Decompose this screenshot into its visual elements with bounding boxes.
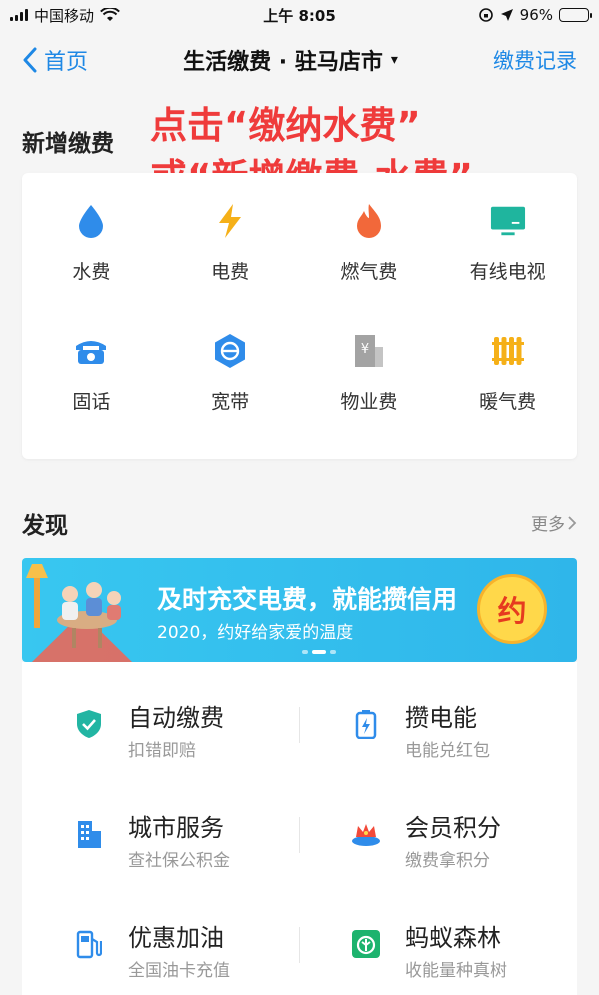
service-desc: 收能量种真树 bbox=[405, 961, 507, 981]
wifi-icon bbox=[100, 8, 120, 21]
radiator-icon bbox=[490, 333, 526, 369]
add-payment-card: 水费 电费 燃气费 有线电视 固话 宽带 ¥ 物业费 暖气费 bbox=[22, 173, 577, 459]
banner-badge: 约 bbox=[477, 574, 547, 644]
lightning-icon bbox=[212, 203, 248, 239]
battery-percent: 96% bbox=[519, 6, 553, 24]
service-fuel[interactable]: 优惠加油 全国油卡充值 bbox=[22, 882, 299, 992]
service-auto-pay[interactable]: 自动缴费 扣错即赔 bbox=[22, 662, 299, 772]
payment-water-label: 水费 bbox=[72, 261, 111, 283]
service-ant-forest[interactable]: 蚂蚁森林 收能量种真树 bbox=[299, 882, 576, 992]
signal-icon bbox=[10, 9, 28, 21]
city-selector[interactable]: 生活缴费 · 驻马店市 ▾ bbox=[183, 44, 398, 76]
carousel-dots bbox=[302, 650, 336, 654]
payment-gas-label: 燃气费 bbox=[340, 261, 398, 283]
caret-down-icon: ▾ bbox=[390, 52, 398, 68]
payment-electricity[interactable]: 电费 bbox=[161, 203, 300, 333]
more-label: 更多 bbox=[531, 515, 565, 535]
carrier-label: 中国移动 bbox=[34, 6, 95, 25]
family-illustration bbox=[26, 564, 132, 662]
service-name: 城市服务 bbox=[128, 814, 224, 842]
back-label: 首页 bbox=[44, 50, 89, 75]
payment-cable-tv-label: 有线电视 bbox=[469, 261, 546, 283]
orientation-lock-icon bbox=[478, 8, 493, 22]
back-button[interactable]: 首页 bbox=[22, 44, 88, 76]
service-member-points[interactable]: 会员积分 缴费拿积分 bbox=[299, 772, 576, 882]
payment-property-label: 物业费 bbox=[340, 391, 398, 413]
service-row: 自动缴费 扣错即赔 攒电能 电能兑红包 bbox=[22, 662, 577, 772]
discover-title: 发现 bbox=[22, 513, 68, 539]
chevron-right-icon bbox=[568, 515, 577, 530]
status-bar: 中国移动 上午 8:05 96% bbox=[0, 0, 599, 30]
payment-water[interactable]: 水费 bbox=[22, 203, 161, 333]
service-save-energy[interactable]: 攒电能 电能兑红包 bbox=[299, 662, 576, 772]
service-desc: 扣错即赔 bbox=[128, 741, 196, 761]
service-city[interactable]: 城市服务 查社保公积金 bbox=[22, 772, 299, 882]
payment-cable-tv[interactable]: 有线电视 bbox=[438, 203, 577, 333]
service-name: 蚂蚁森林 bbox=[405, 924, 501, 952]
add-payment-title: 新增缴费 bbox=[22, 131, 114, 157]
annotation-line-1: 点击“缴纳水费” bbox=[150, 104, 421, 147]
payment-landline[interactable]: 固话 bbox=[22, 333, 161, 463]
service-name: 优惠加油 bbox=[128, 924, 224, 952]
payment-type-grid: 水费 电费 燃气费 有线电视 固话 宽带 ¥ 物业费 暖气费 bbox=[22, 173, 577, 463]
member-crown-icon bbox=[351, 819, 381, 849]
service-name: 攒电能 bbox=[405, 704, 477, 732]
service-name: 会员积分 bbox=[405, 814, 501, 842]
payment-heating-label: 暖气费 bbox=[479, 391, 537, 413]
chevron-left-icon bbox=[23, 47, 37, 73]
more-link[interactable]: 更多 bbox=[531, 510, 577, 535]
water-drop-icon bbox=[73, 203, 109, 239]
status-right: 96% bbox=[478, 6, 592, 24]
payment-property[interactable]: ¥ 物业费 bbox=[300, 333, 439, 463]
building-yen-icon: ¥ bbox=[351, 333, 387, 369]
service-name: 自动缴费 bbox=[128, 704, 224, 732]
shield-check-icon bbox=[74, 709, 104, 739]
location-arrow-icon bbox=[500, 9, 513, 21]
page-title: 生活缴费 · 驻马店市 bbox=[183, 50, 383, 75]
services-list: 自动缴费 扣错即赔 攒电能 电能兑红包 城市服务 查社保公积金 会员积分 缴费拿… bbox=[22, 662, 577, 995]
gas-pump-icon bbox=[74, 929, 104, 959]
payment-heating[interactable]: 暖气费 bbox=[438, 333, 577, 463]
service-desc: 电能兑红包 bbox=[405, 741, 490, 761]
banner-title: 及时充交电费，就能攒信用 bbox=[157, 585, 458, 614]
battery-icon bbox=[351, 709, 381, 739]
service-row: 城市服务 查社保公积金 会员积分 缴费拿积分 bbox=[22, 772, 577, 882]
svg-text:¥: ¥ bbox=[361, 342, 369, 357]
nav-bar: 首页 生活缴费 · 驻马店市 ▾ 缴费记录 bbox=[0, 30, 599, 90]
promo-banner[interactable]: 及时充交电费，就能攒信用 2020，约好给家爱的温度 约 bbox=[22, 558, 577, 662]
broadband-icon bbox=[212, 333, 248, 369]
tv-icon bbox=[490, 203, 526, 239]
payment-broadband-label: 宽带 bbox=[211, 391, 250, 413]
payment-landline-label: 固话 bbox=[72, 391, 111, 413]
status-left: 中国移动 bbox=[10, 5, 120, 26]
payment-records-link[interactable]: 缴费记录 bbox=[493, 45, 577, 75]
telephone-icon bbox=[73, 333, 109, 369]
service-desc: 缴费拿积分 bbox=[405, 851, 490, 871]
city-building-icon bbox=[74, 819, 104, 849]
banner-subtitle: 2020，约好给家爱的温度 bbox=[157, 623, 354, 643]
payment-electricity-label: 电费 bbox=[211, 261, 250, 283]
ant-forest-icon bbox=[351, 929, 381, 959]
battery-icon bbox=[559, 8, 592, 22]
payment-broadband[interactable]: 宽带 bbox=[161, 333, 300, 463]
payment-gas[interactable]: 燃气费 bbox=[300, 203, 439, 333]
service-desc: 查社保公积金 bbox=[128, 851, 230, 871]
service-desc: 全国油卡充值 bbox=[128, 961, 230, 981]
service-row: 优惠加油 全国油卡充值 蚂蚁森林 收能量种真树 bbox=[22, 882, 577, 992]
flame-icon bbox=[351, 203, 387, 239]
